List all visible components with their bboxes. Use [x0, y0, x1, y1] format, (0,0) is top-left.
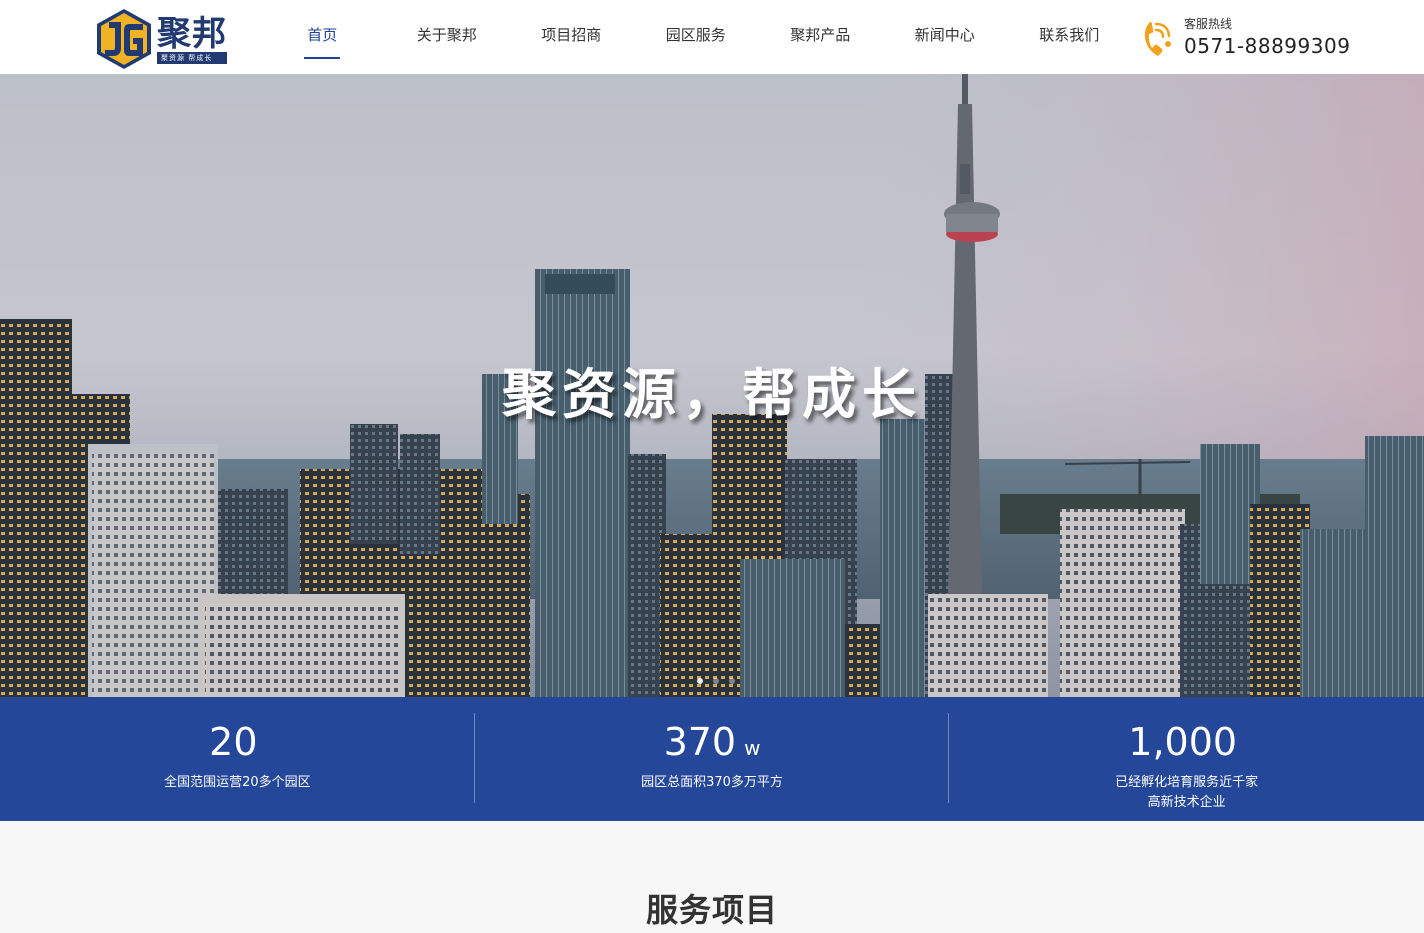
site-header: 聚邦 聚资源 帮成长 首页 关于聚邦 项目招商 园区服务 聚邦产品 新闻中心 联…	[0, 0, 1424, 74]
hotline-phone[interactable]: 0571-88899309	[1184, 33, 1350, 59]
phone-icon	[1144, 21, 1171, 56]
logo-slogan: 聚资源 帮成长	[157, 52, 227, 64]
nav-item-park-services[interactable]: 园区服务	[634, 0, 759, 74]
hero-title: 聚资源，帮成长	[502, 363, 922, 426]
nav-item-products[interactable]: 聚邦产品	[758, 0, 883, 74]
stat-item: 1,000 已经孵化培育服务近千家 高新技术企业	[949, 697, 1424, 821]
nav-item-label: 关于聚邦	[416, 26, 477, 44]
nav-item-label: 园区服务	[665, 26, 726, 44]
hero-dot[interactable]	[713, 678, 719, 684]
stat-desc: 已经孵化培育服务近千家 高新技术企业	[1115, 775, 1259, 810]
nav-item-label: 新闻中心	[914, 26, 975, 44]
stat-number: 1,000	[1128, 720, 1238, 764]
stat-item: 20 全国范围运营20多个园区	[0, 697, 475, 821]
hotline-label: 客服热线	[1184, 17, 1233, 31]
hero-banner[interactable]: 聚资源，帮成长	[0, 74, 1424, 697]
logo-name: 聚邦	[157, 14, 227, 54]
services-title: 服务项目	[645, 891, 778, 929]
stats-band: 20 全国范围运营20多个园区 370 w 园区总面积370多万平方 1,000 …	[0, 697, 1424, 821]
nav-item-label: 项目招商	[541, 26, 602, 44]
nav-active-indicator	[304, 57, 341, 59]
nav-item-label: 联系我们	[1039, 26, 1100, 44]
services-section: 服务项目	[0, 821, 1424, 933]
stat-item: 370 w 园区总面积370多万平方	[475, 697, 950, 821]
stat-number: 20	[209, 720, 258, 764]
stat-unit: w	[744, 736, 761, 760]
nav-item-label: 聚邦产品	[790, 26, 851, 44]
hotline[interactable]: 客服热线 0571-88899309	[1140, 14, 1350, 60]
nav-item-contact[interactable]: 联系我们	[1007, 0, 1132, 74]
main-nav: 首页 关于聚邦 项目招商 园区服务 聚邦产品 新闻中心 联系我们	[260, 0, 1132, 74]
hero-dot[interactable]	[697, 678, 703, 684]
logo-mark-icon	[97, 9, 151, 69]
hero-dot[interactable]	[729, 678, 735, 684]
nav-item-investment[interactable]: 项目招商	[509, 0, 634, 74]
site-logo[interactable]: 聚邦 聚资源 帮成长	[95, 8, 235, 70]
stat-desc: 全国范围运营20多个园区	[164, 775, 311, 790]
hero-pagination	[697, 678, 735, 684]
nav-item-label: 首页	[307, 26, 338, 44]
stat-number: 370	[663, 720, 737, 764]
nav-item-news[interactable]: 新闻中心	[883, 0, 1008, 74]
nav-item-about[interactable]: 关于聚邦	[385, 0, 510, 74]
stat-desc: 园区总面积370多万平方	[641, 775, 783, 790]
nav-item-home[interactable]: 首页	[260, 0, 385, 74]
